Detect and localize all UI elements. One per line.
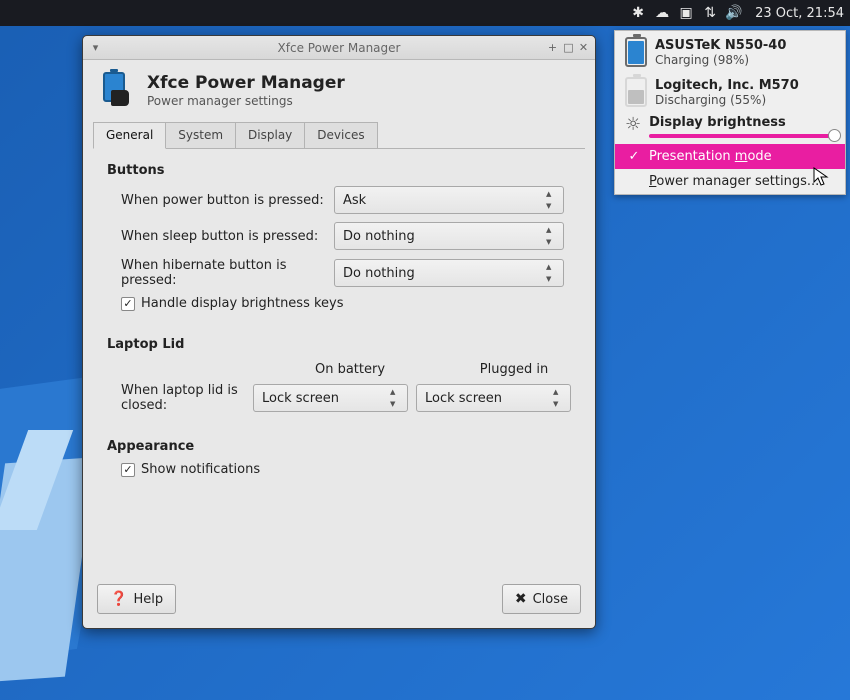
tab-devices[interactable]: Devices — [304, 122, 377, 148]
lid-col-headers: On battery Plugged in — [293, 362, 571, 377]
tab-general[interactable]: General — [93, 122, 166, 149]
section-buttons: Buttons — [107, 163, 571, 178]
window-spacer-icon[interactable]: + — [546, 41, 559, 54]
spin-icon: ▲▼ — [546, 190, 558, 210]
power-button-label: When power button is pressed: — [121, 193, 326, 208]
header: Xfce Power Manager Power manager setting… — [83, 60, 595, 116]
brightness-icon: ☼ — [625, 116, 641, 134]
tray-device: Logitech, Inc. M570 Discharging (55%) — [615, 71, 845, 111]
page-subtitle: Power manager settings — [147, 94, 345, 108]
power-button-select[interactable]: Ask ▲▼ — [334, 186, 564, 214]
device-status: Charging (98%) — [655, 53, 786, 67]
titlebar[interactable]: ▾ Xfce Power Manager + □ ✕ — [83, 36, 595, 60]
close-icon: ✖ — [515, 591, 527, 607]
tab-system[interactable]: System — [165, 122, 236, 148]
brightness-row: ☼ Display brightness — [615, 111, 845, 144]
cloud-icon[interactable]: ☁ — [653, 5, 671, 21]
hibernate-button-label: When hibernate button is pressed: — [121, 258, 326, 288]
lid-closed-label: When laptop lid is closed: — [121, 383, 245, 413]
power-tray-popup: ASUSTeK N550-40 Charging (98%) Logitech,… — [614, 30, 846, 195]
tab-display[interactable]: Display — [235, 122, 305, 148]
window-title: Xfce Power Manager — [278, 41, 401, 55]
device-name: ASUSTeK N550-40 — [655, 38, 786, 53]
footer: ❓ Help ✖ Close — [83, 574, 595, 628]
device-status: Discharging (55%) — [655, 93, 799, 107]
lid-plugged-select[interactable]: Lock screen ▲▼ — [416, 384, 571, 412]
device-name: Logitech, Inc. M570 — [655, 78, 799, 93]
volume-icon[interactable]: 🔊 — [725, 5, 743, 21]
tab-content: Buttons When power button is pressed: As… — [83, 149, 595, 574]
top-panel: ✱ ☁ ▣ ⇅ 🔊 23 Oct, 21:54 — [0, 0, 850, 26]
row-hibernate-button: When hibernate button is pressed: Do not… — [121, 258, 571, 288]
power-manager-window: ▾ Xfce Power Manager + □ ✕ Xfce Power Ma… — [82, 35, 596, 629]
col-on-battery: On battery — [293, 362, 407, 377]
row-sleep-button: When sleep button is pressed: Do nothing… — [121, 222, 571, 250]
close-button[interactable]: ✖ Close — [502, 584, 581, 614]
row-lid-closed: When laptop lid is closed: Lock screen ▲… — [121, 383, 571, 413]
page-title: Xfce Power Manager — [147, 73, 345, 93]
power-settings-item[interactable]: Power manager settings... — [615, 169, 845, 194]
help-button[interactable]: ❓ Help — [97, 584, 176, 614]
section-appearance: Appearance — [107, 439, 571, 454]
network-icon[interactable]: ⇅ — [701, 5, 719, 21]
window-menu-icon[interactable]: ▾ — [89, 41, 102, 54]
battery-icon[interactable]: ▣ — [677, 5, 695, 21]
presentation-mode-item[interactable]: ✓ Presentation mode — [615, 144, 845, 169]
check-icon: ✓ — [121, 297, 135, 311]
tabs: General System Display Devices — [93, 122, 585, 149]
brightness-keys-checkbox[interactable]: ✓ Handle display brightness keys — [121, 296, 571, 311]
sleep-button-label: When sleep button is pressed: — [121, 229, 326, 244]
close-icon[interactable]: ✕ — [577, 41, 590, 54]
battery-icon — [625, 77, 647, 107]
section-lid: Laptop Lid — [107, 337, 571, 352]
lid-battery-select[interactable]: Lock screen ▲▼ — [253, 384, 408, 412]
check-icon: ✓ — [627, 149, 641, 164]
maximize-icon[interactable]: □ — [562, 41, 575, 54]
row-power-button: When power button is pressed: Ask ▲▼ — [121, 186, 571, 214]
battery-icon — [625, 37, 647, 67]
power-manager-icon — [97, 70, 137, 110]
col-plugged-in: Plugged in — [457, 362, 571, 377]
sleep-button-select[interactable]: Do nothing ▲▼ — [334, 222, 564, 250]
bluetooth-icon[interactable]: ✱ — [629, 5, 647, 21]
tray-device: ASUSTeK N550-40 Charging (98%) — [615, 31, 845, 71]
hibernate-button-select[interactable]: Do nothing ▲▼ — [334, 259, 564, 287]
show-notifications-checkbox[interactable]: ✓ Show notifications — [121, 462, 571, 477]
brightness-slider[interactable] — [649, 134, 835, 138]
check-icon: ✓ — [121, 463, 135, 477]
clock-label[interactable]: 23 Oct, 21:54 — [755, 6, 844, 21]
help-icon: ❓ — [110, 591, 127, 607]
brightness-label: Display brightness — [649, 115, 835, 130]
